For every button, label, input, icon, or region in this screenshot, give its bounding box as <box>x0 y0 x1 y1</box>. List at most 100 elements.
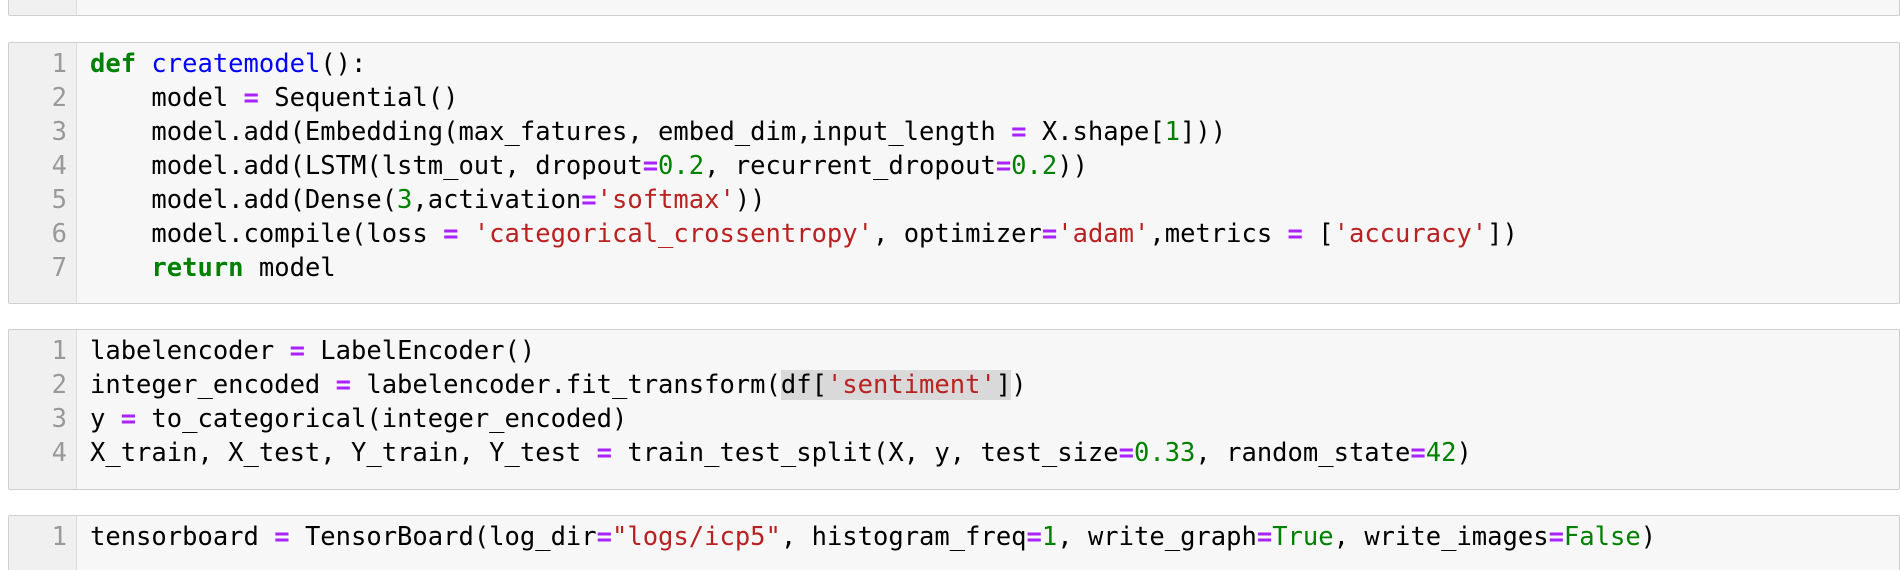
code-token: , recurrent_dropout <box>704 151 996 181</box>
operator-token: = <box>443 219 459 249</box>
code-cell-label-encoding[interactable]: 1 labelencoder = LabelEncoder() 2 integer_e… <box>8 329 1900 490</box>
code-text[interactable]: tensorboard = TensorBoard(log_dir="logs/… <box>90 520 1656 554</box>
code-token: , histogram_freq <box>780 522 1027 552</box>
code-text[interactable]: labelencoder = LabelEncoder() <box>90 334 535 368</box>
code-token: X_train, X_test, Y_train, Y_test <box>90 438 597 468</box>
notebook-page: 1 def createmodel(): 2 model = Sequential(… <box>0 0 1900 570</box>
code-token: Sequential() <box>258 83 459 113</box>
code-token: tensorboard <box>90 522 275 552</box>
code-token: , random_state <box>1195 438 1411 468</box>
code-text[interactable]: model.add(LSTM(lstm_out, dropout=0.2, re… <box>90 149 1088 183</box>
operator-token: = <box>274 522 290 552</box>
line-number: 4 <box>51 151 67 181</box>
operator-token: = <box>642 151 659 181</box>
code-token: ,metrics <box>1149 219 1288 249</box>
line-number: 1 <box>51 336 67 366</box>
line-number: 7 <box>51 253 67 283</box>
operator-token: = <box>120 404 137 434</box>
code-token: train_test_split(X, y, test_size <box>612 438 1119 468</box>
string-token: 'categorical_crossentropy' <box>473 219 873 249</box>
code-token: ,activation <box>412 185 582 215</box>
code-token: TensorBoard(log_dir <box>289 522 597 552</box>
operator-token: = <box>243 83 259 113</box>
code-token: LabelEncoder() <box>304 336 536 366</box>
code-text[interactable]: integer_encoded = labelencoder.fit_trans… <box>90 368 1027 402</box>
code-token: ) <box>1456 438 1472 468</box>
code-token: , optimizer <box>873 219 1042 249</box>
operator-token: = <box>581 185 597 215</box>
operator-token: = <box>335 370 351 400</box>
line-number: 4 <box>51 438 67 468</box>
code-cell-tensorboard[interactable]: 1 tensorboard = TensorBoard(log_dir="logs… <box>8 515 1900 570</box>
operator-token: = <box>1256 522 1273 552</box>
code-token: ) <box>1011 370 1027 400</box>
code-token: model.add(LSTM(lstm_out, dropout <box>90 151 643 181</box>
code-text[interactable]: X_train, X_test, Y_train, Y_test = train… <box>90 436 1472 470</box>
code-token: model.compile(loss <box>90 219 444 249</box>
highlighted-token: ] <box>995 370 1012 400</box>
keyword-token: def <box>90 49 137 79</box>
operator-token: = <box>1548 522 1564 552</box>
number-token: 1 <box>1164 117 1181 147</box>
line-number: 3 <box>51 117 67 147</box>
code-token: ])) <box>1180 117 1227 147</box>
operator-token: = <box>1011 117 1027 147</box>
operator-token: = <box>1118 438 1134 468</box>
previous-code-cell[interactable] <box>8 0 1900 16</box>
number-token: False <box>1563 522 1641 552</box>
code-token: labelencoder <box>90 336 290 366</box>
code-token: ) <box>1640 522 1657 552</box>
keyword-token: return <box>151 253 244 283</box>
function-name-token: createmodel <box>151 49 321 79</box>
code-token: , write_graph <box>1057 522 1257 552</box>
code-token: ]) <box>1487 219 1518 249</box>
line-number: 1 <box>51 49 67 79</box>
line-number: 1 <box>51 522 67 552</box>
line-number: 2 <box>51 370 67 400</box>
code-token: integer_encoded <box>90 370 336 400</box>
line-number: 3 <box>51 404 67 434</box>
code-token: , write_images <box>1333 522 1549 552</box>
code-text[interactable]: model.add(Embedding(max_fatures, embed_d… <box>90 115 1226 149</box>
code-token: labelencoder.fit_transform( <box>351 370 781 400</box>
number-token: 1 <box>1041 522 1058 552</box>
code-text[interactable]: model.compile(loss = 'categorical_crosse… <box>90 217 1518 251</box>
operator-token: = <box>596 522 612 552</box>
code-text[interactable]: y = to_categorical(integer_encoded) <box>90 402 627 436</box>
code-token: model.add(Embedding(max_fatures, embed_d… <box>90 117 1012 147</box>
operator-token: = <box>1287 219 1303 249</box>
number-token: 0.2 <box>658 151 705 181</box>
code-token: model <box>243 253 336 283</box>
code-text[interactable]: return model <box>90 251 336 285</box>
code-token: )) <box>734 185 766 215</box>
code-token: [ <box>1302 219 1334 249</box>
code-token: to_categorical(integer_encoded) <box>136 404 628 434</box>
line-number: 2 <box>51 83 67 113</box>
code-token: )) <box>1057 151 1088 181</box>
code-text[interactable]: model = Sequential() <box>90 81 458 115</box>
line-number-gutter <box>9 0 77 15</box>
code-token: y <box>90 404 121 434</box>
number-token: 42 <box>1425 438 1457 468</box>
string-token: 'softmax' <box>596 185 735 215</box>
number-token: 0.33 <box>1134 438 1196 468</box>
number-token: True <box>1272 522 1334 552</box>
highlighted-string-token: 'sentiment' <box>826 370 996 400</box>
code-token: model <box>90 83 244 113</box>
operator-token: = <box>995 151 1012 181</box>
operator-token: = <box>1410 438 1426 468</box>
operator-token: = <box>1041 219 1058 249</box>
code-token: model.add(Dense( <box>90 185 398 215</box>
highlighted-token: df[ <box>780 370 827 400</box>
code-text[interactable]: model.add(Dense(3,activation='softmax')) <box>90 183 766 217</box>
code-cell-createmodel[interactable]: 1 def createmodel(): 2 model = Sequential(… <box>8 42 1900 304</box>
string-token: 'accuracy' <box>1333 219 1488 249</box>
line-number: 5 <box>51 185 67 215</box>
string-token: "logs/icp5" <box>612 522 781 552</box>
code-token: (): <box>320 49 367 79</box>
operator-token: = <box>1026 522 1042 552</box>
code-text[interactable]: def createmodel(): <box>90 47 366 81</box>
